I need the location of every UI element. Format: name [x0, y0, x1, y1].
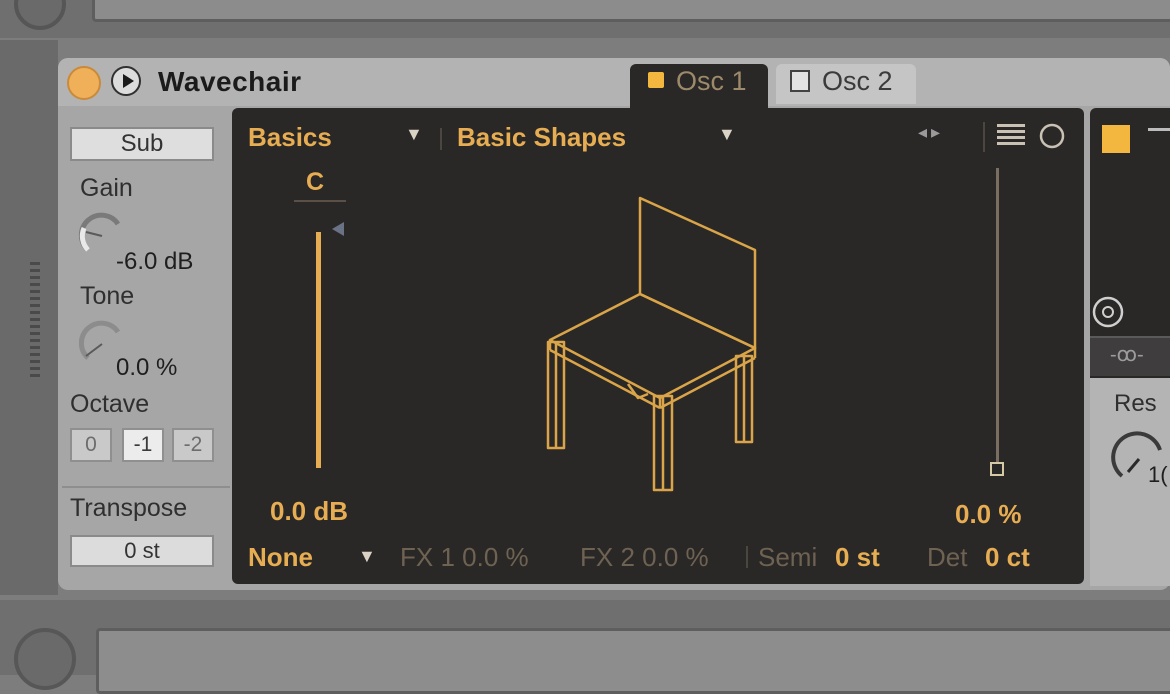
link-icon[interactable]: -ꝏ-: [1110, 342, 1144, 367]
semi-value[interactable]: 0 st: [835, 542, 880, 573]
osc-1-toggle[interactable]: [648, 72, 664, 88]
filter-toggle[interactable]: [1102, 125, 1130, 153]
filter-circle-icon[interactable]: [1090, 294, 1126, 330]
divider: [62, 486, 230, 488]
semi-label: Semi: [758, 542, 818, 572]
res-label: Res: [1114, 390, 1157, 417]
tone-label: Tone: [80, 282, 135, 310]
sub-button[interactable]: Sub: [70, 127, 214, 161]
chevron-down-icon[interactable]: ▼: [358, 546, 376, 567]
bottom-track-field[interactable]: [96, 628, 1170, 694]
chevron-left-right-icon[interactable]: ◂▸: [918, 122, 944, 143]
category-select[interactable]: Basics: [248, 122, 332, 153]
fx-mode-select[interactable]: None: [248, 542, 313, 573]
octave-minus-2-button[interactable]: -2: [172, 428, 214, 462]
osc-gain-value: 0.0 dB: [270, 496, 349, 526]
tab-osc-1-label: Osc 1: [676, 66, 747, 96]
res-value: 1(: [1148, 462, 1168, 487]
transpose-field[interactable]: 0 st: [70, 535, 214, 567]
divider: [746, 546, 748, 568]
detune-value[interactable]: 0 ct: [985, 542, 1030, 573]
position-handle[interactable]: [990, 462, 1004, 476]
chevron-down-icon[interactable]: ▼: [405, 124, 423, 145]
gain-slider[interactable]: [316, 232, 321, 468]
fx-1-value[interactable]: FX 1 0.0 %: [400, 542, 529, 573]
octave-label: Octave: [70, 390, 150, 418]
play-icon[interactable]: [14, 628, 76, 690]
chevron-down-icon[interactable]: ▼: [718, 124, 736, 145]
divider: [440, 128, 442, 150]
position-track[interactable]: [996, 168, 999, 463]
tone-value: 0.0 %: [116, 354, 178, 381]
chair-wavetable-visual: [546, 196, 757, 492]
top-track-field[interactable]: [92, 0, 1170, 22]
position-value: 0.0 %: [955, 499, 1022, 529]
device-title: Wavechair: [158, 66, 302, 97]
device-rail: [0, 40, 58, 595]
tab-osc-2-label: Osc 2: [822, 66, 893, 96]
menu-icon[interactable]: [996, 122, 1026, 150]
osc-2-toggle[interactable]: [790, 70, 810, 92]
transpose-label: Transpose: [70, 494, 188, 522]
drag-grip-icon[interactable]: [30, 262, 40, 380]
octave-minus-1-button[interactable]: -1: [122, 428, 164, 462]
gain-label: Gain: [80, 174, 133, 202]
note-label: C: [306, 168, 325, 196]
detune-label: Det: [927, 542, 968, 572]
power-button[interactable]: [67, 66, 101, 100]
slider-pointer-icon[interactable]: [332, 222, 344, 236]
divider: [294, 200, 346, 202]
divider: [983, 122, 985, 152]
circle-icon[interactable]: [1038, 122, 1066, 150]
wavetable-select[interactable]: Basic Shapes: [457, 122, 626, 153]
octave-0-button[interactable]: 0: [70, 428, 112, 462]
filter-header-line: [1148, 128, 1170, 131]
gain-value: -6.0 dB: [116, 248, 194, 275]
play-button[interactable]: [111, 66, 141, 96]
fx-2-value[interactable]: FX 2 0.0 %: [580, 542, 709, 573]
